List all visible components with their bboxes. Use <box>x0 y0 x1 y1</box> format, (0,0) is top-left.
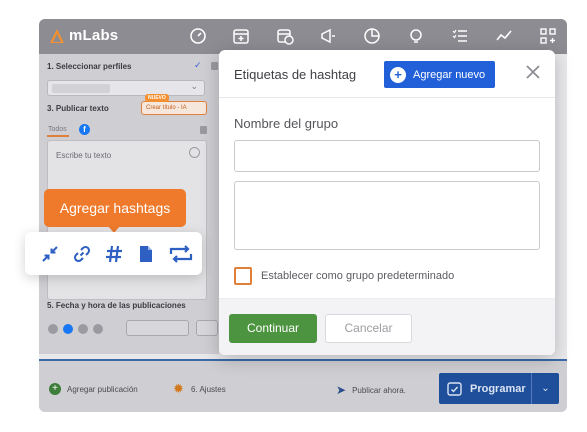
brand-name: mLabs <box>69 27 119 44</box>
bottom-action-bar: + Agregar publicación ✹ 6. Ajustes ➤ Pub… <box>39 359 567 412</box>
publish-now-button[interactable]: ➤ Publicar ahora. <box>336 383 406 397</box>
ia-title-button-label: Crear título - IA <box>146 105 187 111</box>
link-icon[interactable] <box>71 243 93 265</box>
settings-label: 6. Ajustes <box>191 384 226 394</box>
tab-all[interactable]: Todos <box>48 126 67 133</box>
schedule-button[interactable]: Programar ⌄ <box>439 373 559 404</box>
apps-grid-icon[interactable] <box>539 27 557 45</box>
ia-title-button[interactable]: Crear título - IA <box>141 101 207 115</box>
hashtags-textarea[interactable] <box>234 181 540 250</box>
profile-icon[interactable] <box>78 324 88 334</box>
schedule-main-button[interactable]: Programar <box>439 373 531 404</box>
hashtag-icon[interactable] <box>103 243 125 265</box>
group-name-input[interactable] <box>234 140 540 172</box>
add-new-label: Agregar nuevo <box>413 68 486 81</box>
shrink-arrows-icon[interactable] <box>39 243 61 265</box>
trash-icon[interactable] <box>200 126 207 134</box>
modal-footer: Continuar Cancelar <box>219 298 555 355</box>
publish-now-label: Publicar ahora. <box>352 385 406 395</box>
lightbulb-icon[interactable] <box>407 27 425 45</box>
modal-title: Etiquetas de hashtag <box>234 67 357 82</box>
tooltip-text: Agregar hashtags <box>59 200 171 216</box>
trash-icon[interactable] <box>211 62 218 70</box>
schedule-label: Programar <box>470 382 526 395</box>
hashtag-tooltip: Agregar hashtags <box>44 189 186 227</box>
step5-label: 5. Fecha y hora de las publicaciones <box>47 301 186 310</box>
check-icon: ✓ <box>194 60 202 70</box>
megaphone-icon[interactable] <box>319 27 337 45</box>
new-badge: NUEVO <box>145 94 169 102</box>
mlabs-logo-icon <box>50 28 64 43</box>
chevron-down-icon[interactable]: ⌄ <box>532 383 559 394</box>
facebook-icon[interactable] <box>63 324 73 334</box>
add-circle-icon: + <box>49 383 61 395</box>
step3-label: 3. Publicar texto <box>47 104 109 113</box>
hashtag-groups-modal: Etiquetas de hashtag + Agregar nuevo Nom… <box>219 50 555 355</box>
text-tools-toolbar <box>25 232 202 275</box>
top-navigation-bar: mLabs <box>39 19 567 54</box>
dashboard-icon[interactable] <box>189 27 207 45</box>
group-name-label: Nombre del grupo <box>234 116 339 131</box>
default-group-label[interactable]: Establecer como grupo predeterminado <box>261 270 454 282</box>
trend-line-icon[interactable] <box>495 27 513 45</box>
default-group-checkbox[interactable] <box>234 267 252 285</box>
add-new-button[interactable]: + Agregar nuevo <box>384 61 495 88</box>
pie-chart-icon[interactable] <box>363 27 381 45</box>
close-icon[interactable] <box>525 64 541 80</box>
active-tab-indicator <box>47 135 69 137</box>
send-icon: ➤ <box>336 383 347 397</box>
emoji-icon[interactable] <box>189 147 200 158</box>
calendar-clock-icon[interactable] <box>276 27 294 45</box>
selected-profile-chip[interactable] <box>52 84 110 93</box>
checklist-icon[interactable] <box>451 27 469 45</box>
calendar-check-icon <box>447 382 462 396</box>
add-publication-label: Agregar publicación <box>67 384 138 394</box>
date-input[interactable] <box>126 320 189 336</box>
cancel-button[interactable]: Cancelar <box>325 314 412 343</box>
twitter-icon[interactable] <box>93 324 103 334</box>
brand-logo[interactable]: mLabs <box>49 27 118 44</box>
profiles-select[interactable]: ⌄ <box>47 80 205 96</box>
plus-circle-icon: + <box>390 66 406 83</box>
add-publication-button[interactable]: + Agregar publicación <box>49 383 138 395</box>
gear-icon: ✹ <box>173 381 184 396</box>
document-icon[interactable] <box>135 243 157 265</box>
post-text-placeholder: Escribe tu texto <box>56 151 112 160</box>
facebook-icon[interactable]: f <box>79 124 90 135</box>
modal-header: Etiquetas de hashtag + Agregar nuevo <box>219 50 555 98</box>
instagram-icon[interactable] <box>48 324 58 334</box>
repeat-icon[interactable] <box>167 243 195 265</box>
step1-label: 1. Seleccionar perfiles <box>47 62 132 71</box>
settings-button[interactable]: ✹ 6. Ajustes <box>173 381 226 396</box>
time-input[interactable] <box>196 320 218 336</box>
continue-button[interactable]: Continuar <box>229 314 317 343</box>
screenshot-stage: mLabs 1. Seleccionar perfiles ✓ ⌄ 3. Pub… <box>0 0 587 432</box>
calendar-add-icon[interactable] <box>232 27 250 45</box>
chevron-down-icon: ⌄ <box>190 81 198 91</box>
